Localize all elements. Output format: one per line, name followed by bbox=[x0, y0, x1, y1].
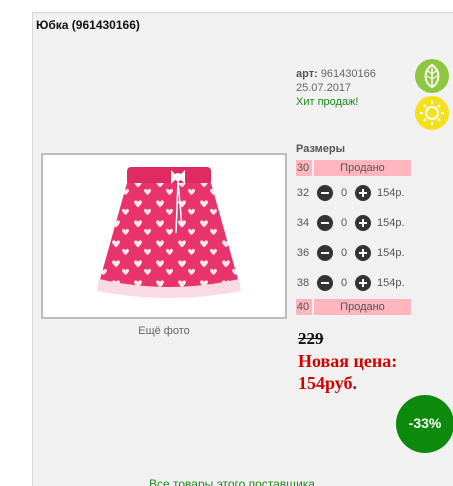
size-row-36: 36 0 154р. bbox=[296, 245, 411, 261]
quantity-value: 0 bbox=[340, 247, 348, 259]
art-label: арт: bbox=[296, 68, 318, 80]
size-row-38: 38 0 154р. bbox=[296, 275, 411, 291]
size-row-30: 30 Продано bbox=[296, 160, 411, 176]
size-price: 154р. bbox=[377, 217, 405, 229]
skirt-image bbox=[97, 167, 241, 298]
size-label: 30 bbox=[296, 162, 310, 174]
minus-button[interactable] bbox=[317, 215, 333, 231]
new-price-value: 154руб. bbox=[298, 373, 358, 393]
hit-badge: Хит продаж! bbox=[296, 96, 359, 108]
plus-button[interactable] bbox=[355, 245, 371, 261]
size-label: 32 bbox=[296, 187, 310, 199]
size-row-34: 34 0 154р. bbox=[296, 215, 411, 231]
sold-out-label: Продано bbox=[340, 162, 385, 174]
plus-button[interactable] bbox=[355, 275, 371, 291]
plus-button[interactable] bbox=[355, 185, 371, 201]
size-label: 38 bbox=[296, 277, 310, 289]
discount-value: -33% bbox=[408, 415, 442, 431]
sold-out-label: Продано bbox=[340, 301, 385, 313]
discount-badge: -33% bbox=[396, 395, 453, 453]
size-price: 154р. bbox=[377, 247, 405, 259]
sizes-heading: Размеры bbox=[296, 143, 346, 155]
minus-button[interactable] bbox=[317, 245, 333, 261]
art-value: 961430166 bbox=[320, 68, 376, 80]
product-info: арт: 961430166 25.07.2017 Хит продаж! bbox=[296, 67, 376, 109]
minus-button[interactable] bbox=[317, 185, 333, 201]
plus-button[interactable] bbox=[355, 215, 371, 231]
leaf-icon bbox=[415, 59, 449, 93]
product-card: Юбка (961430166) Ещё фото арт: 961430166… bbox=[32, 12, 453, 486]
new-price: Новая цена: 154руб. bbox=[298, 350, 448, 394]
product-title: Юбка (961430166) bbox=[36, 18, 140, 32]
size-row-32: 32 0 154р. bbox=[296, 185, 411, 201]
supplier-products-link[interactable]: Все товары этого поставщика bbox=[149, 477, 315, 486]
size-price: 154р. bbox=[377, 187, 405, 199]
size-label: 40 bbox=[296, 301, 310, 313]
product-date: 25.07.2017 bbox=[296, 82, 352, 94]
size-row-40: 40 Продано bbox=[296, 299, 411, 315]
quantity-value: 0 bbox=[340, 277, 348, 289]
more-photos-link[interactable]: Ещё фото bbox=[121, 325, 207, 337]
size-label: 36 bbox=[296, 247, 310, 259]
product-photo[interactable] bbox=[41, 153, 287, 319]
new-price-label: Новая цена: bbox=[298, 351, 398, 371]
minus-button[interactable] bbox=[317, 275, 333, 291]
sun-icon bbox=[415, 96, 449, 130]
quantity-value: 0 bbox=[340, 187, 348, 199]
quantity-value: 0 bbox=[340, 217, 348, 229]
size-price: 154р. bbox=[377, 277, 405, 289]
old-price: 229 bbox=[298, 329, 324, 348]
size-label: 34 bbox=[296, 217, 310, 229]
